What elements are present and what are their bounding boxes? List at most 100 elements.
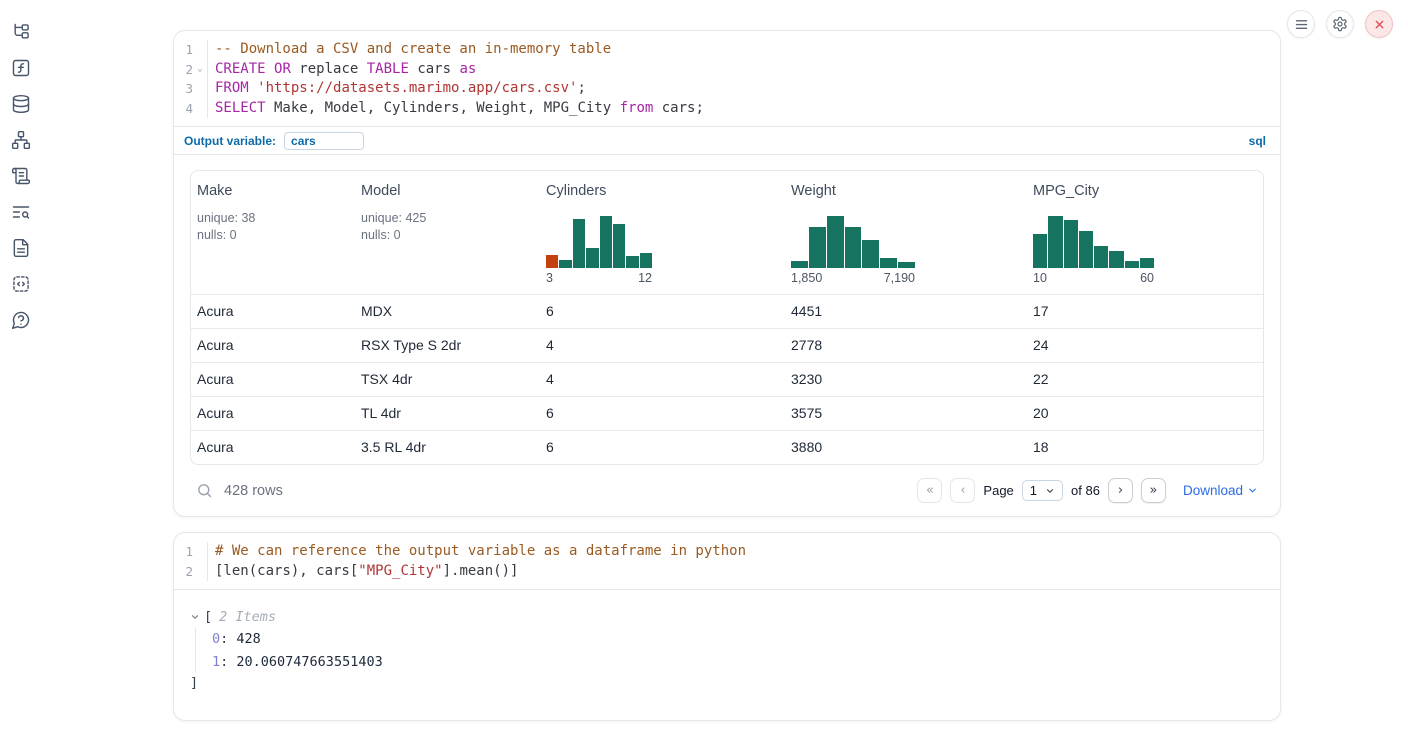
column-header-mpg-city: MPG_City 10 60 bbox=[1027, 171, 1263, 294]
column-name[interactable]: Cylinders bbox=[546, 183, 779, 199]
tree-entries: 0: 4281: 20.060747663551403 bbox=[195, 628, 1264, 673]
table-cell: 6 bbox=[540, 295, 785, 328]
help-icon[interactable] bbox=[9, 308, 33, 332]
table-cell: 20 bbox=[1027, 397, 1263, 430]
language-badge: sql bbox=[1249, 134, 1266, 148]
histogram-bar bbox=[559, 260, 571, 268]
table-cell: 3.5 RL 4dr bbox=[355, 431, 540, 464]
histogram-bar bbox=[1079, 231, 1093, 268]
tree-entry: 1: 20.060747663551403 bbox=[212, 651, 1264, 674]
collapse-toggle-icon[interactable] bbox=[190, 612, 200, 622]
next-page-button[interactable]: › bbox=[1108, 478, 1133, 503]
pagination: « ‹ Page 1 of 86 › » Download bbox=[917, 478, 1258, 503]
output-variable-label: Output variable: bbox=[184, 134, 276, 148]
search-icon[interactable] bbox=[196, 482, 213, 499]
logs-search-icon[interactable] bbox=[9, 200, 33, 224]
page-select[interactable]: 1 bbox=[1022, 480, 1063, 501]
code-line: 1-- Download a CSV and create an in-memo… bbox=[174, 40, 1280, 60]
histogram-bar bbox=[845, 227, 862, 268]
settings-button[interactable] bbox=[1326, 10, 1354, 38]
notebook-actions bbox=[1287, 10, 1393, 38]
shutdown-button[interactable] bbox=[1365, 10, 1393, 38]
first-page-button[interactable]: « bbox=[917, 478, 942, 503]
output-variable-input[interactable] bbox=[284, 132, 364, 150]
histogram-bar bbox=[1048, 216, 1062, 268]
column-header-weight: Weight 1,850 7,190 bbox=[785, 171, 1027, 294]
sql-cell-output: Make unique: 38 nulls: 0 Model unique: 4… bbox=[174, 154, 1280, 516]
page-of-label: of 86 bbox=[1071, 483, 1100, 498]
gear-icon bbox=[1332, 16, 1348, 32]
table-footer: 428 rows « ‹ Page 1 of 86 › » bbox=[190, 465, 1264, 507]
histogram-bar bbox=[613, 224, 625, 268]
table-cell: 4451 bbox=[785, 295, 1027, 328]
table-cell: Acura bbox=[191, 431, 355, 464]
table-row[interactable]: AcuraRSX Type S 2dr4277824 bbox=[191, 328, 1263, 362]
table-row[interactable]: AcuraTL 4dr6357520 bbox=[191, 396, 1263, 430]
open-bracket: [ bbox=[204, 606, 212, 628]
column-header-make: Make unique: 38 nulls: 0 bbox=[191, 171, 355, 294]
functions-icon[interactable] bbox=[9, 56, 33, 80]
menu-button[interactable] bbox=[1287, 10, 1315, 38]
histogram-min-label: 3 bbox=[546, 271, 553, 285]
chevron-down-icon bbox=[1247, 485, 1258, 496]
documentation-icon[interactable] bbox=[9, 236, 33, 260]
page-label: Page bbox=[983, 483, 1013, 498]
table-cell: TL 4dr bbox=[355, 397, 540, 430]
table-row[interactable]: Acura3.5 RL 4dr6388018 bbox=[191, 430, 1263, 464]
column-name[interactable]: Make bbox=[197, 183, 349, 199]
column-stats: unique: 425 nulls: 0 bbox=[361, 210, 534, 243]
notebook-area: 1-- Download a CSV and create an in-memo… bbox=[173, 0, 1281, 721]
table-cell: 4 bbox=[540, 363, 785, 396]
chevron-down-icon bbox=[1045, 486, 1055, 496]
histogram-bar bbox=[626, 256, 638, 268]
column-name[interactable]: Weight bbox=[791, 183, 1021, 199]
snippets-icon[interactable] bbox=[9, 272, 33, 296]
python-cell: 1# We can reference the output variable … bbox=[173, 532, 1281, 721]
histogram-bar bbox=[586, 248, 598, 268]
datasources-icon[interactable] bbox=[9, 92, 33, 116]
cylinders-histogram[interactable]: 3 12 bbox=[546, 216, 779, 285]
table-cell: 17 bbox=[1027, 295, 1263, 328]
histogram-bar bbox=[1064, 220, 1078, 268]
last-page-button[interactable]: » bbox=[1141, 478, 1166, 503]
histogram-bar bbox=[1125, 261, 1139, 268]
line-number-gutter: 3 bbox=[174, 79, 208, 99]
code-line: 4SELECT Make, Model, Cylinders, Weight, … bbox=[174, 99, 1280, 119]
tree-root: [ 2 Items bbox=[190, 606, 1264, 628]
code-line: 3FROM 'https://datasets.marimo.app/cars.… bbox=[174, 79, 1280, 99]
weight-histogram[interactable]: 1,850 7,190 bbox=[791, 216, 1021, 285]
tree-entry: 0: 428 bbox=[212, 628, 1264, 651]
fold-chevron-icon[interactable]: ⌄ bbox=[193, 64, 207, 74]
table-cell: RSX Type S 2dr bbox=[355, 329, 540, 362]
line-number-gutter: 1 bbox=[174, 542, 208, 562]
histogram-bar bbox=[600, 216, 612, 268]
column-header-cylinders: Cylinders 3 12 bbox=[540, 171, 785, 294]
column-name[interactable]: Model bbox=[361, 183, 534, 199]
line-number-gutter: 2⌄ bbox=[174, 60, 208, 80]
download-button[interactable]: Download bbox=[1183, 483, 1258, 498]
column-stats: unique: 38 nulls: 0 bbox=[197, 210, 349, 243]
table-row[interactable]: AcuraTSX 4dr4323022 bbox=[191, 362, 1263, 396]
file-tree-icon[interactable] bbox=[9, 20, 33, 44]
line-number-gutter: 4 bbox=[174, 99, 208, 119]
sql-cell: 1-- Download a CSV and create an in-memo… bbox=[173, 30, 1281, 517]
column-name[interactable]: MPG_City bbox=[1033, 183, 1257, 199]
table-row[interactable]: AcuraMDX6445117 bbox=[191, 294, 1263, 328]
dependency-graph-icon[interactable] bbox=[9, 128, 33, 152]
histogram-bar bbox=[809, 227, 826, 268]
histogram-bar bbox=[862, 240, 879, 268]
histogram-bar bbox=[1094, 246, 1108, 268]
code-line: 1# We can reference the output variable … bbox=[174, 542, 1280, 562]
column-header-model: Model unique: 425 nulls: 0 bbox=[355, 171, 540, 294]
python-code-editor[interactable]: 1# We can reference the output variable … bbox=[174, 533, 1280, 589]
items-count-label: 2 Items bbox=[219, 606, 276, 628]
close-icon bbox=[1373, 18, 1386, 31]
code-line: 2⌄CREATE OR replace TABLE cars as bbox=[174, 60, 1280, 80]
table-body: AcuraMDX6445117AcuraRSX Type S 2dr427782… bbox=[191, 294, 1263, 464]
mpg-city-histogram[interactable]: 10 60 bbox=[1033, 216, 1257, 285]
sql-code-editor[interactable]: 1-- Download a CSV and create an in-memo… bbox=[174, 31, 1280, 126]
table-cell: 6 bbox=[540, 397, 785, 430]
prev-page-button[interactable]: ‹ bbox=[950, 478, 975, 503]
scratchpad-icon[interactable] bbox=[9, 164, 33, 188]
table-cell: Acura bbox=[191, 397, 355, 430]
